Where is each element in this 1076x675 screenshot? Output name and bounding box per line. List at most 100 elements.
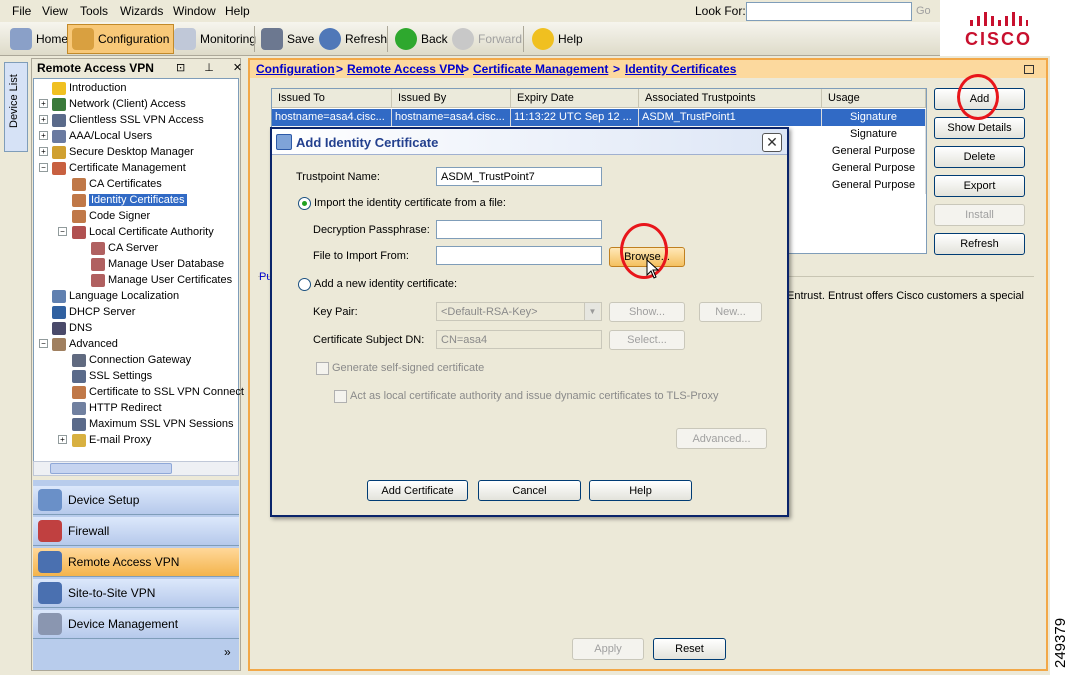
nav-device-setup[interactable]: Device Setup [33,486,239,515]
expander-plus-icon[interactable]: + [39,115,48,124]
advanced-button[interactable]: Advanced... [676,428,767,449]
menu-wizards[interactable]: Wizards [120,4,163,18]
show-keypair-button[interactable]: Show... [609,302,685,322]
import-certificate-radio[interactable] [298,197,311,210]
install-button[interactable]: Install [934,204,1025,226]
expander-plus-icon[interactable]: + [39,131,48,140]
nav-firewall[interactable]: Firewall [33,517,239,546]
expander-minus-icon[interactable]: − [58,227,67,236]
tree-item-http-redirect[interactable]: HTTP Redirect [72,400,162,416]
menu-tools[interactable]: Tools [80,4,108,18]
tree-item-connection-gateway[interactable]: Connection Gateway [72,352,191,368]
show-details-button[interactable]: Show Details [934,117,1025,139]
chevron-down-icon[interactable]: ▼ [584,303,600,320]
breadcrumb-remote-access-vpn[interactable]: Remote Access VPN [347,62,464,76]
subject-dn-input[interactable] [436,330,602,349]
go-button[interactable]: Go [916,5,931,17]
tree-item-manage-user-certificates[interactable]: Manage User Certificates [91,272,232,288]
breadcrumb-configuration[interactable]: Configuration [256,62,335,76]
new-keypair-button[interactable]: New... [699,302,762,322]
tree-item-identity-certificates[interactable]: Identity Certificates [72,192,187,208]
expander-plus-icon[interactable]: + [39,147,48,156]
breadcrumb-certificate-management[interactable]: Certificate Management [473,62,608,76]
nav-site-to-site-vpn[interactable]: Site-to-Site VPN [33,579,239,608]
tree-item-dhcp-server[interactable]: DHCP Server [52,304,135,320]
back-button[interactable]: Back [391,24,452,54]
self-signed-checkbox[interactable] [316,362,329,375]
table-cell[interactable]: General Purpose [822,160,926,177]
export-button[interactable]: Export [934,175,1025,197]
delete-button[interactable]: Delete [934,146,1025,168]
act-as-ca-checkbox[interactable] [334,390,347,403]
tree-item-maximum-ssl-vpn-sessions[interactable]: Maximum SSL VPN Sessions [72,416,233,432]
refresh-table-button[interactable]: Refresh [934,233,1025,255]
add-new-certificate-radio[interactable] [298,278,311,291]
cancel-button[interactable]: Cancel [478,480,581,501]
menu-help[interactable]: Help [225,4,250,18]
dialog-help-button[interactable]: Help [589,480,692,501]
save-button[interactable]: Save [257,24,318,54]
refresh-button[interactable]: Refresh [315,24,391,54]
tree-item-local-certificate-authority[interactable]: Local Certificate Authority [72,224,214,240]
tree-item-aaa-local-users[interactable]: AAA/Local Users [52,128,152,144]
tree-item-language-localization[interactable]: Language Localization [52,288,179,304]
maximize-icon[interactable] [1024,65,1034,74]
tree-item-email-proxy[interactable]: E-mail Proxy [72,432,151,448]
tree-item-dns[interactable]: DNS [52,320,92,336]
column-issued-by[interactable]: Issued By [392,89,511,108]
expander-minus-icon[interactable]: − [39,163,48,172]
table-cell[interactable]: General Purpose [822,177,926,194]
floppy-disk-icon [261,28,283,50]
firewall-icon [38,520,62,542]
decryption-passphrase-input[interactable] [436,220,602,239]
tree-item-ca-server[interactable]: CA Server [91,240,158,256]
forward-button[interactable]: Forward [448,24,526,54]
expander-plus-icon[interactable]: + [58,435,67,444]
column-usage[interactable]: Usage [822,89,926,108]
cert-icon [72,193,86,207]
configuration-button[interactable]: Configuration [67,24,175,54]
tree-item-manage-user-database[interactable]: Manage User Database [91,256,224,272]
trustpoint-name-input[interactable] [436,167,602,186]
expander-minus-icon[interactable]: − [39,339,48,348]
column-associated-trustpoints[interactable]: Associated Trustpoints [639,89,822,108]
tree-item-certificate-to-ssl-vpn[interactable]: Certificate to SSL VPN Connect [72,384,244,400]
nav-remote-access-vpn[interactable]: Remote Access VPN [33,548,239,577]
column-issued-to[interactable]: Issued To [272,89,392,108]
nav-more-chevron-icon[interactable]: » [224,645,231,659]
help-button[interactable]: Help [528,24,587,54]
breadcrumb-identity-certificates[interactable]: Identity Certificates [625,62,736,76]
tree-item-network-client-access[interactable]: Network (Client) Access [52,96,186,112]
tree-item-code-signer[interactable]: Code Signer [72,208,150,224]
tree-item-ca-certificates[interactable]: CA Certificates [72,176,162,192]
tree-item-certificate-management[interactable]: Certificate Management [52,160,186,176]
home-button[interactable]: Home [6,24,72,54]
reset-button[interactable]: Reset [653,638,726,660]
url-icon [72,401,86,415]
expander-plus-icon[interactable]: + [39,99,48,108]
close-icon[interactable]: ✕ [762,133,782,152]
cert-icon [72,209,86,223]
scrollbar-thumb[interactable] [50,463,172,474]
tree-item-secure-desktop-manager[interactable]: Secure Desktop Manager [52,144,194,160]
menu-window[interactable]: Window [173,4,216,18]
monitoring-button[interactable]: Monitoring [170,24,260,54]
nav-device-management[interactable]: Device Management [33,610,239,639]
file-to-import-input[interactable] [436,246,602,265]
tree-item-introduction[interactable]: Introduction [52,80,126,96]
menu-file[interactable]: File [12,4,31,18]
column-expiry-date[interactable]: Expiry Date [511,89,639,108]
tree-item-ssl-settings[interactable]: SSL Settings [72,368,152,384]
table-cell[interactable]: Signature [822,126,926,143]
look-for-input[interactable] [746,2,912,21]
left-panel-controls[interactable]: ⊡ ⊥ ✕ [176,61,250,74]
menu-view[interactable]: View [42,4,68,18]
select-subject-button[interactable]: Select... [609,330,685,350]
tree-item-clientless-ssl-vpn[interactable]: Clientless SSL VPN Access [52,112,204,128]
tree-item-advanced[interactable]: Advanced [52,336,118,352]
apply-button[interactable]: Apply [572,638,644,660]
refresh-icon [319,28,341,50]
add-certificate-button[interactable]: Add Certificate [367,480,468,501]
table-cell[interactable]: General Purpose [822,143,926,160]
key-pair-select[interactable] [436,302,602,321]
